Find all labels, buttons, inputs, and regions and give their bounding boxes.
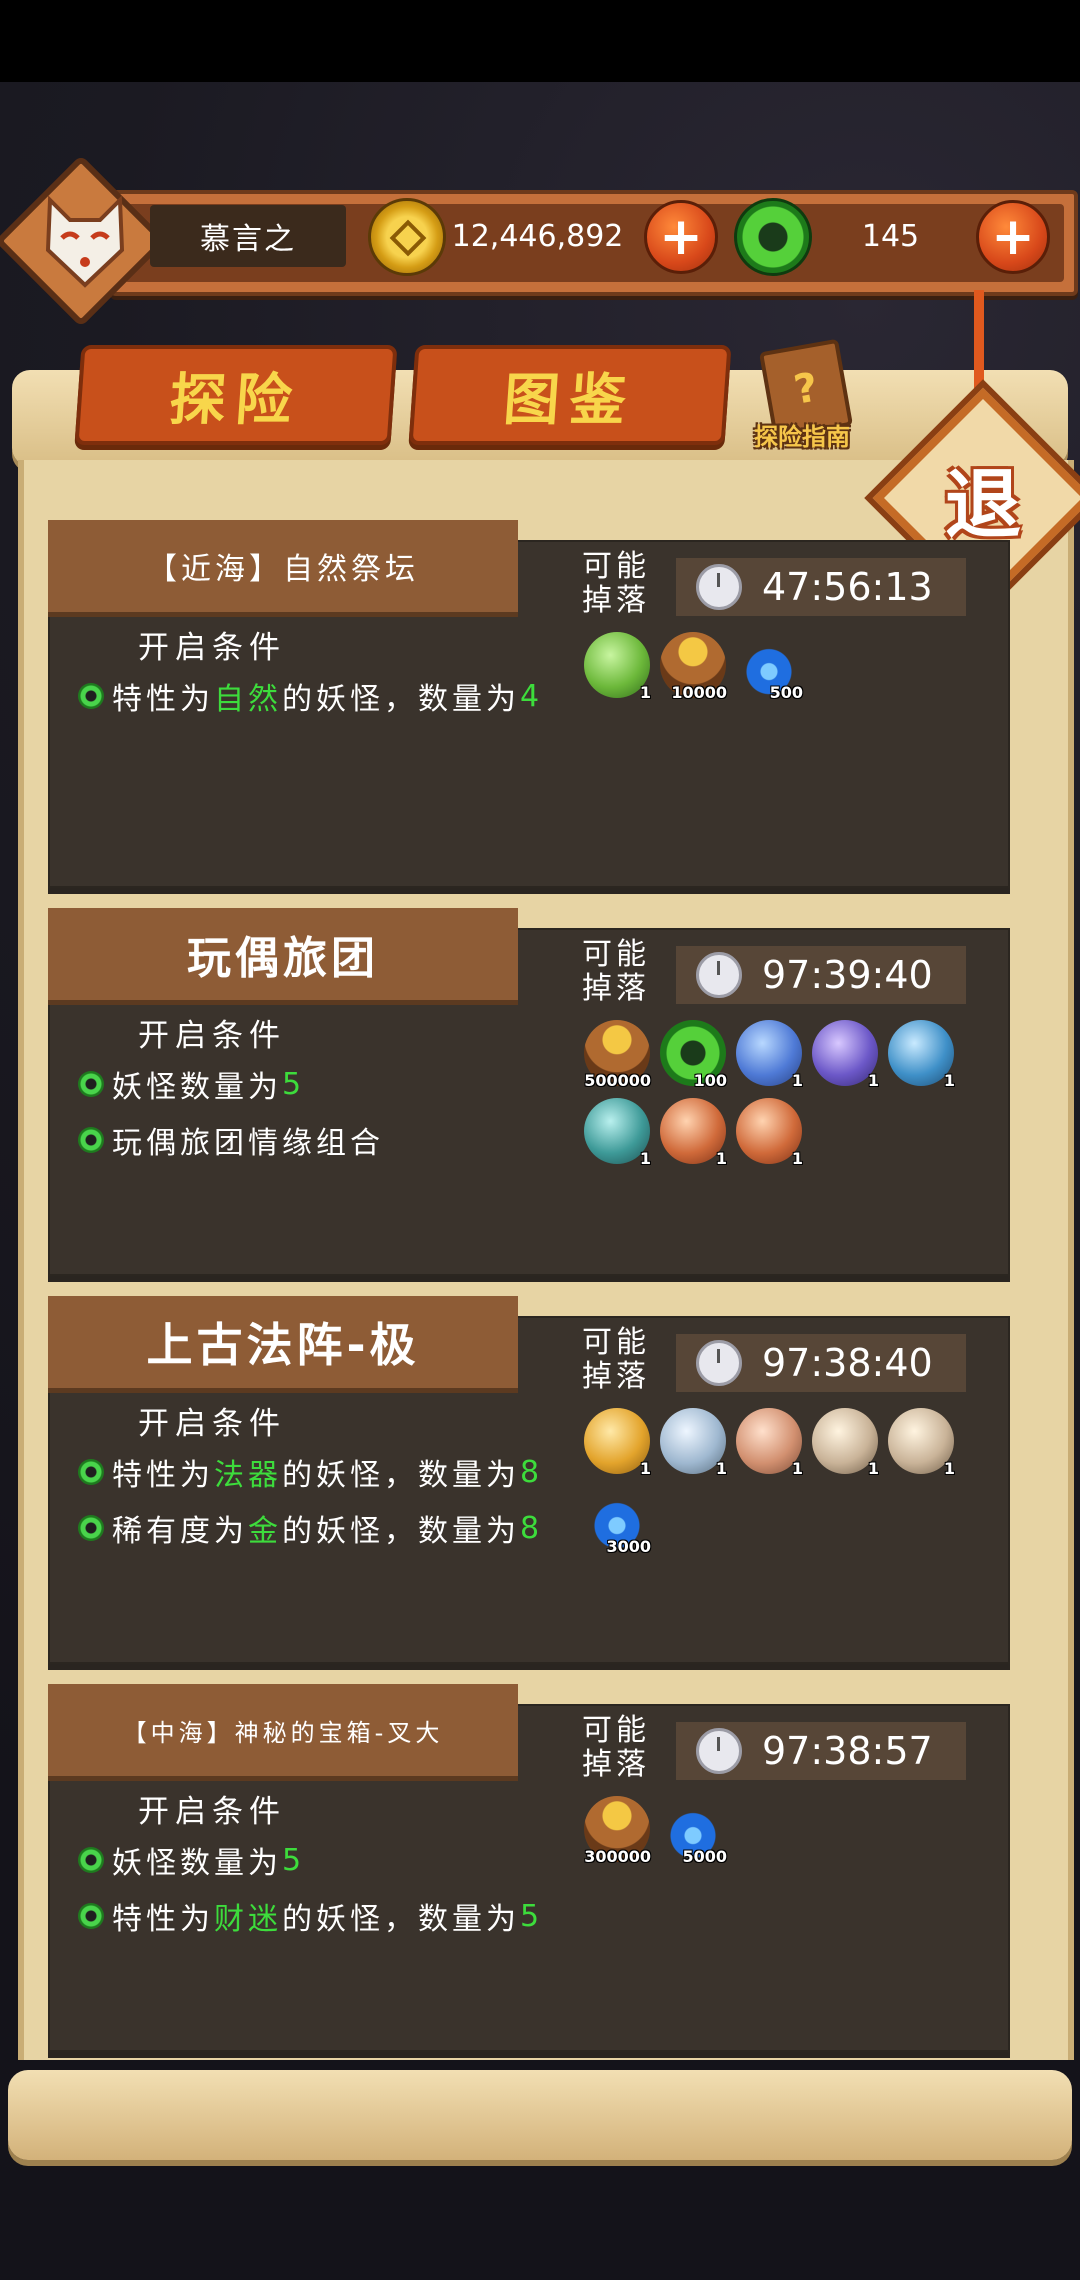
tab-explore[interactable]: 探险	[74, 345, 398, 445]
clock-icon	[696, 952, 742, 998]
timer: 47:56:13	[676, 558, 966, 616]
drop-item[interactable]: 1	[580, 1094, 654, 1168]
condition-item: 特性为 财迷 的妖怪，数量为 5	[78, 1894, 543, 1938]
drop-item[interactable]: 10000	[656, 628, 730, 702]
drop-item[interactable]: 3000	[580, 1482, 654, 1556]
drop-item[interactable]: 1	[884, 1404, 958, 1478]
drop-item[interactable]: 1	[732, 1094, 806, 1168]
bullet-icon	[78, 1515, 104, 1541]
clock-icon	[696, 1728, 742, 1774]
explore-guide-button[interactable]: ? 探险指南	[742, 338, 862, 460]
scroll-bottom-roller	[8, 2070, 1072, 2160]
condition-item: 特性为 法器 的妖怪，数量为 8	[78, 1450, 543, 1494]
drop-item[interactable]: 1	[884, 1016, 958, 1090]
bullet-icon	[78, 1847, 104, 1873]
coin-icon	[368, 198, 446, 276]
bullet-icon	[78, 1071, 104, 1097]
drop-item[interactable]: 300000	[580, 1792, 654, 1866]
add-coins-button[interactable]: +	[644, 200, 718, 274]
condition-item: 特性为 自然 的妖怪，数量为 4	[78, 674, 543, 718]
card-title: 上古法阵-极	[48, 1296, 518, 1393]
condition-item: 玩偶旅团情缘组合	[78, 1118, 384, 1162]
expedition-card[interactable]: 玩偶旅团 开启条件 妖怪数量为 5 玩偶旅团情缘组合 可能掉落 97:39:40 …	[48, 908, 1010, 1282]
player-name: 慕言之	[150, 205, 346, 267]
drop-label: 可能掉落	[582, 937, 650, 1006]
drop-item[interactable]: 1	[808, 1404, 882, 1478]
fox-mask-icon	[45, 195, 125, 288]
guide-label: 探险指南	[754, 423, 850, 451]
drop-item[interactable]: 1	[656, 1404, 730, 1478]
drop-item[interactable]: 1	[580, 628, 654, 702]
timer: 97:38:57	[676, 1722, 966, 1780]
add-jade-button[interactable]: +	[976, 200, 1050, 274]
drop-item[interactable]: 1	[580, 1404, 654, 1478]
drop-items: 300000 5000	[580, 1792, 980, 1870]
bullet-icon	[78, 683, 104, 709]
card-title: 【近海】自然祭坛	[48, 520, 518, 617]
expedition-card[interactable]: 上古法阵-极 开启条件 特性为 法器 的妖怪，数量为 8 稀有度为金的妖怪，数量为 8 …	[48, 1296, 1010, 1670]
jade-value: 145	[861, 218, 920, 254]
drop-item[interactable]: 500	[732, 628, 806, 702]
condition-title: 开启条件	[138, 1018, 286, 1054]
drop-item[interactable]: 1	[732, 1016, 806, 1090]
drop-items: 1 10000 500	[580, 628, 980, 706]
expedition-card[interactable]: 【近海】自然祭坛 开启条件 特性为 自然 的妖怪，数量为 4 可能掉落 47:56:1…	[48, 520, 1010, 894]
clock-icon	[696, 1340, 742, 1386]
drop-label: 可能掉落	[582, 549, 650, 618]
drop-label: 可能掉落	[582, 1325, 650, 1394]
avatar[interactable]	[30, 175, 140, 305]
coin-value: 12,446,892	[451, 218, 624, 254]
jade-icon	[734, 198, 812, 276]
background-bottom	[0, 2160, 1080, 2280]
drop-items: 1 1 1 1 1 3000	[580, 1404, 980, 1560]
bullet-icon	[78, 1459, 104, 1485]
drop-item[interactable]: 100	[656, 1016, 730, 1090]
bullet-icon	[78, 1127, 104, 1153]
timer: 97:38:40	[676, 1334, 966, 1392]
condition-title: 开启条件	[138, 1406, 286, 1442]
card-title: 玩偶旅团	[48, 908, 518, 1005]
timer: 97:39:40	[676, 946, 966, 1004]
expedition-card[interactable]: 【中海】神秘的宝箱-叉大 开启条件 妖怪数量为 5 特性为 财迷 的妖怪，数量为 5 可…	[48, 1684, 1010, 2058]
condition-item: 妖怪数量为 5	[78, 1838, 305, 1882]
drop-item[interactable]: 1	[732, 1404, 806, 1478]
condition-item: 稀有度为金的妖怪，数量为 8	[78, 1506, 543, 1550]
condition-item: 妖怪数量为 5	[78, 1062, 305, 1106]
condition-title: 开启条件	[138, 1794, 286, 1830]
drop-item[interactable]: 500000	[580, 1016, 654, 1090]
drop-item[interactable]: 5000	[656, 1792, 730, 1866]
status-bar	[0, 0, 1080, 82]
drop-label: 可能掉落	[582, 1713, 650, 1782]
drop-item[interactable]: 1	[808, 1016, 882, 1090]
card-title: 【中海】神秘的宝箱-叉大	[48, 1684, 518, 1781]
drop-item[interactable]: 1	[656, 1094, 730, 1168]
clock-icon	[696, 564, 742, 610]
drop-items: 500000 100 1 1 1 1 1 1	[580, 1016, 980, 1172]
condition-title: 开启条件	[138, 630, 286, 666]
bullet-icon	[78, 1903, 104, 1929]
tab-atlas[interactable]: 图鉴	[408, 345, 732, 445]
